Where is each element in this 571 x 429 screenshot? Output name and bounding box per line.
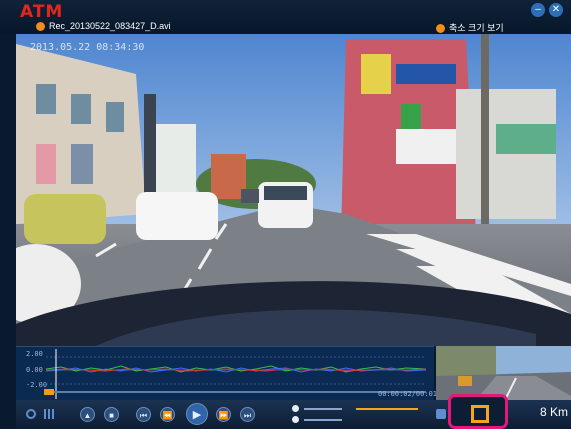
grid-icon[interactable] [44, 409, 54, 419]
video-timestamp: 2013.05.22 08:34:30 [30, 42, 145, 53]
video-player[interactable] [16, 34, 571, 346]
prev-icon[interactable]: ⏮ [136, 407, 151, 422]
small-view-toggle[interactable]: 축소 크기 보기 [436, 21, 504, 34]
file-dot-icon [36, 22, 45, 32]
file-name-label: Rec_20130522_083427_D.avi [49, 21, 171, 31]
g-sensor-graph[interactable]: 2.00 0.00 -2.00 [16, 346, 434, 401]
minimize-icon[interactable]: – [531, 3, 545, 17]
file-bar: Rec_20130522_083427_D.avi 축소 크기 보기 [0, 20, 571, 34]
app-logo: ATM [20, 2, 64, 22]
brightness-icon[interactable] [292, 416, 299, 423]
video-frame [16, 34, 571, 346]
rewind-icon[interactable]: ⏪ [160, 407, 175, 422]
volume-slider[interactable] [304, 408, 342, 410]
close-icon[interactable]: ✕ [549, 3, 563, 17]
brightness-slider[interactable] [304, 419, 342, 421]
next-icon[interactable]: ⏭ [240, 407, 255, 422]
secondary-camera-view[interactable] [436, 346, 571, 400]
title-bar: ATM – ✕ Rec_20130522_083427_D.avi 축소 크기 … [0, 0, 571, 34]
eject-icon[interactable]: ▲ [80, 407, 95, 422]
settings-icon[interactable] [26, 409, 36, 419]
secondary-camera-frame [436, 346, 571, 400]
small-view-label: 축소 크기 보기 [449, 23, 504, 33]
speed-button[interactable] [448, 394, 508, 429]
play-icon[interactable]: ▶ [186, 403, 208, 425]
volume-icon[interactable] [292, 405, 299, 412]
fast-forward-icon[interactable]: ⏩ [216, 407, 231, 422]
speed-value: 8 Km [540, 405, 569, 419]
speed-icon [471, 405, 489, 423]
file-name: Rec_20130522_083427_D.avi [36, 21, 171, 32]
graph-plot [44, 349, 427, 399]
zoom-slider[interactable] [356, 408, 418, 410]
small-view-dot-icon [436, 24, 445, 34]
camera-icon[interactable] [436, 409, 446, 419]
stop-icon[interactable]: ■ [104, 407, 119, 422]
